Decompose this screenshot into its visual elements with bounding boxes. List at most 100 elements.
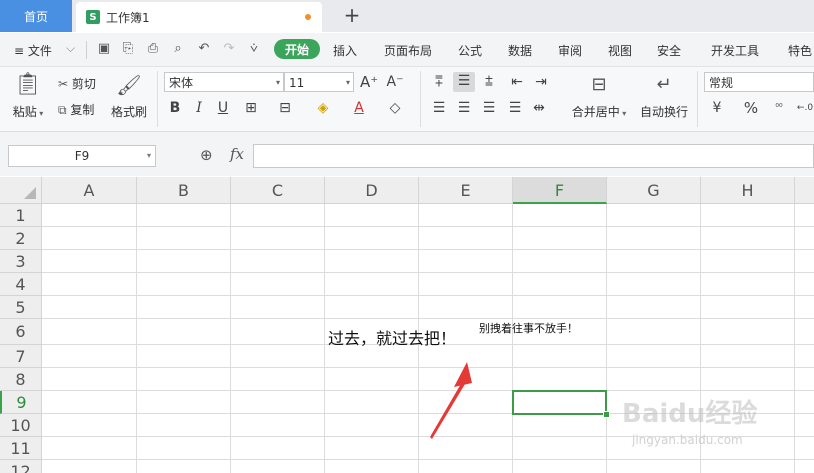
cell-style-icon[interactable]: ⊟ (276, 99, 294, 117)
menu-insert[interactable]: 插入 (333, 42, 357, 59)
merge-center-button[interactable]: ⊟ 合并居中 ▾ (566, 71, 632, 120)
undo-icon[interactable]: ↶ (196, 41, 212, 57)
customize-icon[interactable]: ⩒ (246, 41, 262, 57)
print-preview-icon[interactable]: ⌕ (170, 41, 186, 57)
decrease-indent-icon[interactable]: ⇤ (508, 73, 526, 91)
increase-decimal-icon[interactable]: ←.0 (796, 99, 814, 117)
row-header-1[interactable]: 1 (0, 204, 42, 227)
column-header-f[interactable]: F (513, 177, 607, 204)
align-bottom-icon[interactable]: ⩲ (480, 73, 498, 91)
row-header-8[interactable]: 8 (0, 368, 42, 391)
row-header-12[interactable]: 12 (0, 460, 42, 473)
distributed-icon[interactable]: ⇹ (530, 99, 548, 117)
gridline (42, 295, 814, 296)
row-header-10[interactable]: 10 (0, 414, 42, 437)
font-color-icon[interactable]: A (350, 99, 368, 117)
decrease-font-icon[interactable]: A⁻ (386, 73, 404, 91)
row-header-11[interactable]: 11 (0, 437, 42, 460)
gridline (42, 318, 814, 319)
column-header-a[interactable]: A (42, 177, 137, 204)
bold-button[interactable]: B (166, 99, 184, 117)
column-header-b[interactable]: B (137, 177, 231, 204)
redo-icon[interactable]: ↷ (221, 41, 237, 57)
justify-icon[interactable]: ☰ (506, 99, 524, 117)
menu-file[interactable]: ≡ 文件 (14, 42, 52, 59)
column-header-c[interactable]: C (231, 177, 325, 204)
spreadsheet-grid[interactable]: A B C D E F G H 1 2 3 4 5 6 7 8 9 10 11 … (0, 177, 814, 473)
insert-function-button[interactable]: fx (230, 145, 244, 163)
fill-handle[interactable] (603, 411, 610, 418)
name-box[interactable]: F9 ▾ (8, 145, 156, 167)
fill-color-icon[interactable]: ◈ (314, 99, 332, 117)
menu-start[interactable]: 开始 (274, 39, 320, 59)
row-header-9[interactable]: 9 (0, 391, 42, 414)
align-middle-icon[interactable]: ☰ (453, 72, 475, 92)
export-icon[interactable]: ⎘ (120, 41, 136, 57)
align-left-icon[interactable]: ☰ (430, 99, 448, 117)
menu-features[interactable]: 特色 (788, 42, 812, 59)
cut-button[interactable]: ✂ 剪切 (58, 75, 96, 92)
font-size-select[interactable]: 11 ▾ (284, 72, 354, 92)
chevron-down-icon[interactable]: ⌵ (66, 41, 75, 56)
column-header-h[interactable]: H (701, 177, 795, 204)
row-header-4[interactable]: 4 (0, 273, 42, 296)
align-right-icon[interactable]: ☰ (480, 99, 498, 117)
selected-cell-f9[interactable] (512, 390, 607, 415)
borders-icon[interactable]: ⊞ (242, 99, 260, 117)
menu-review[interactable]: 审阅 (558, 42, 582, 59)
row-header-5[interactable]: 5 (0, 296, 42, 319)
column-header-i[interactable] (795, 177, 814, 204)
new-tab-button[interactable]: + (340, 3, 364, 27)
gridline (42, 272, 814, 273)
wrap-text-icon: ↵ (656, 74, 672, 95)
zoom-search-icon[interactable]: ⊕ (200, 146, 213, 164)
cell-f6-text[interactable]: 别拽着往事不放手！ (479, 320, 578, 336)
italic-button[interactable]: I (190, 99, 208, 117)
paste-button[interactable]: 📋︎ 粘贴 ▾ (10, 71, 46, 120)
thousands-separator-icon[interactable]: ⁰⁰ (770, 99, 788, 117)
cell-d6-text[interactable]: 过去，就过去把！ (328, 325, 456, 349)
print-icon[interactable]: ⎙ (145, 41, 161, 57)
menu-developer[interactable]: 开发工具 (711, 42, 759, 59)
percent-button[interactable]: % (742, 99, 760, 117)
row-header-2[interactable]: 2 (0, 227, 42, 250)
save-icon[interactable]: ▣ (96, 41, 112, 57)
auto-wrap-button[interactable]: ↵ 自动换行 (636, 71, 692, 120)
menu-data[interactable]: 数据 (508, 42, 532, 59)
formula-bar: F9 ▾ ⊕ fx (0, 132, 814, 176)
menu-formulas[interactable]: 公式 (458, 42, 482, 59)
currency-icon[interactable]: ¥ (708, 99, 726, 117)
increase-indent-icon[interactable]: ⇥ (532, 73, 550, 91)
underline-button[interactable]: U (214, 99, 232, 117)
copy-button[interactable]: ⧉ 复制 (58, 101, 94, 118)
clipboard-icon: 📋︎ (14, 72, 42, 97)
column-header-g[interactable]: G (607, 177, 701, 204)
font-name-select[interactable]: 宋体 ▾ (164, 72, 284, 92)
row-header-7[interactable]: 7 (0, 345, 42, 368)
row-header-6[interactable]: 6 (0, 319, 42, 345)
merge-cells-icon: ⊟ (591, 74, 607, 95)
paste-label: 粘贴 ▾ (12, 105, 44, 119)
copy-icon: ⧉ (58, 103, 67, 117)
format-painter-button[interactable]: 🖌︎ 格式刷 (108, 71, 150, 120)
menu-view[interactable]: 视图 (608, 42, 632, 59)
paint-brush-icon: 🖌︎ (116, 73, 142, 97)
eraser-icon[interactable]: ◇ (386, 99, 404, 117)
increase-font-icon[interactable]: A⁺ (360, 73, 378, 91)
gridline (230, 204, 231, 473)
column-header-e[interactable]: E (419, 177, 513, 204)
merge-center-label: 合并居中 ▾ (571, 105, 627, 119)
menu-security[interactable]: 安全 (657, 42, 681, 59)
tab-workbook[interactable]: S 工作簿1 (76, 2, 322, 32)
tab-home[interactable]: 首页 (0, 0, 72, 32)
menu-page-layout[interactable]: 页面布局 (384, 42, 432, 59)
row-header-3[interactable]: 3 (0, 250, 42, 273)
number-format-select[interactable]: 常规 (704, 72, 814, 92)
formula-input[interactable] (253, 144, 814, 168)
cut-label: 剪切 (71, 77, 96, 91)
column-header-d[interactable]: D (325, 177, 419, 204)
align-center-icon[interactable]: ☰ (455, 99, 473, 117)
ribbon: 📋︎ 粘贴 ▾ ✂ 剪切 ⧉ 复制 🖌︎ 格式刷 宋体 ▾ 11 ▾ A⁺ A⁻ B… (0, 67, 814, 132)
align-top-icon[interactable]: ⩱ (430, 73, 448, 91)
format-painter-label: 格式刷 (110, 105, 147, 119)
